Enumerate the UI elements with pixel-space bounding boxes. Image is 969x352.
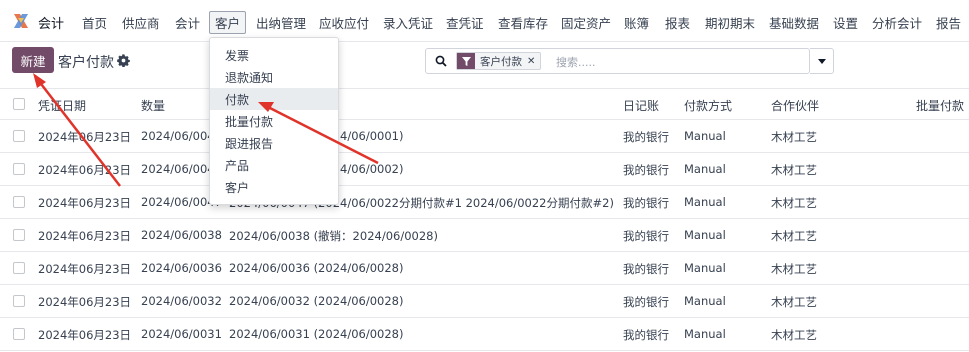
menu-master-data[interactable]: 基础数据: [769, 13, 819, 32]
table-row[interactable]: 2024年06月23日 2024/06/0032 2024/06/0032 (2…: [0, 285, 969, 318]
cell-partner: 木材工艺: [771, 130, 817, 144]
top-nav: 会计 首页 供应商 会计 客户 出纳管理 应收应付 录入凭证 查凭证 查看库存 …: [0, 0, 969, 42]
cell-number: 2024/06/0031: [141, 327, 222, 341]
cell-memo: 2024/06/0032 (2024/06/0028): [229, 294, 404, 308]
col-payment-method[interactable]: 付款方式: [684, 97, 732, 114]
cell-journal: 我的银行: [623, 130, 669, 144]
dropdown-item-payments[interactable]: 付款: [210, 88, 338, 110]
row-checkbox[interactable]: [13, 295, 25, 307]
cell-memo: 2024/06/0038 (撤销：2024/06/0028): [229, 229, 438, 243]
cell-date: 2024年06月23日: [38, 328, 132, 342]
menu-ledgers[interactable]: 账簿: [624, 13, 649, 32]
dropdown-item-products[interactable]: 产品: [210, 154, 338, 176]
menu-analytic-accounting[interactable]: 分析会计: [872, 13, 922, 32]
cell-method: Manual: [684, 228, 726, 242]
col-voucher-date[interactable]: 凭证日期: [38, 97, 86, 114]
cell-date: 2024年06月23日: [38, 229, 132, 243]
dropdown-item-follow-up-reports[interactable]: 跟进报告: [210, 132, 338, 154]
cell-journal: 我的银行: [623, 163, 669, 177]
menu-accounting[interactable]: 会计: [175, 13, 200, 32]
caret-down-icon: [817, 58, 826, 64]
cell-journal: 我的银行: [623, 229, 669, 243]
dropdown-item-customers[interactable]: 客户: [210, 176, 338, 198]
table-row[interactable]: 2024年06月23日 2024/06/0031 2024/06/0031 (2…: [0, 318, 969, 351]
cell-date: 2024年06月23日: [38, 163, 132, 177]
menu-inventory[interactable]: 查看库存: [498, 13, 548, 32]
cell-method: Manual: [684, 294, 726, 308]
row-checkbox[interactable]: [13, 163, 25, 175]
menu-settings[interactable]: 设置: [833, 13, 858, 32]
facet-label: 客户付款: [480, 55, 522, 68]
row-checkbox[interactable]: [13, 130, 25, 142]
table-row[interactable]: 2024年06月23日 2024/06/0038 2024/06/0038 (撤…: [0, 219, 969, 252]
table-row[interactable]: 2024年06月23日 2024/06/0047 2024/06/0047 (2…: [0, 186, 969, 219]
cell-method: Manual: [684, 129, 726, 143]
col-partner[interactable]: 合作伙伴: [771, 97, 819, 114]
row-checkbox[interactable]: [13, 229, 25, 241]
menu-receivable-payable[interactable]: 应收应付: [319, 13, 369, 32]
cell-method: Manual: [684, 195, 726, 209]
cell-number: 2024/06/0032: [141, 294, 222, 308]
customers-dropdown-menu: 发票 退款通知 付款 批量付款 跟进报告 产品 客户: [209, 37, 339, 205]
menu-customers[interactable]: 客户: [209, 11, 247, 34]
cell-journal: 我的银行: [623, 328, 669, 342]
cell-date: 2024年06月23日: [38, 295, 132, 309]
cell-number: 2024/06/0036: [141, 261, 222, 275]
menu-reporting[interactable]: 报告: [936, 13, 961, 32]
cell-memo: 2024/06/0031 (2024/06/0028): [229, 327, 404, 341]
cell-partner: 木材工艺: [771, 229, 817, 243]
row-checkbox[interactable]: [13, 196, 25, 208]
cell-journal: 我的银行: [623, 196, 669, 210]
menu-home[interactable]: 首页: [82, 13, 107, 32]
cell-partner: 木材工艺: [771, 163, 817, 177]
search-icon: [435, 55, 447, 67]
col-number[interactable]: 数量: [141, 97, 165, 114]
table-header: 凭证日期 数量 日记账 付款方式 合作伙伴 批量付款: [0, 88, 969, 120]
dropdown-item-refund-notice[interactable]: 退款通知: [210, 66, 338, 88]
menu-reports[interactable]: 报表: [665, 13, 690, 32]
menu-fixed-assets[interactable]: 固定资产: [561, 13, 611, 32]
table-row[interactable]: 2024年06月23日 2024/06/0048 2024/06/0048 (2…: [0, 153, 969, 186]
search-input[interactable]: 搜索.....: [556, 54, 595, 70]
filter-icon: [457, 53, 475, 69]
app-logo-icon[interactable]: [12, 12, 30, 30]
cell-memo: 2024/06/0036 (2024/06/0028): [229, 261, 404, 275]
cell-journal: 我的银行: [623, 262, 669, 276]
col-journal[interactable]: 日记账: [623, 97, 659, 114]
cell-date: 2024年06月23日: [38, 130, 132, 144]
cell-partner: 木材工艺: [771, 196, 817, 210]
col-batch-payment[interactable]: 批量付款: [916, 97, 964, 114]
row-checkbox[interactable]: [13, 262, 25, 274]
menu-period-open-close[interactable]: 期初期末: [705, 13, 755, 32]
menu-query-voucher[interactable]: 查凭证: [446, 13, 484, 32]
page-title: 客户付款: [58, 55, 114, 71]
menu-enter-voucher[interactable]: 录入凭证: [383, 13, 433, 32]
select-all-checkbox[interactable]: [13, 98, 25, 110]
dropdown-item-batch-payments[interactable]: 批量付款: [210, 110, 338, 132]
cell-method: Manual: [684, 327, 726, 341]
cell-partner: 木材工艺: [771, 295, 817, 309]
search-options-toggle[interactable]: [810, 48, 834, 74]
table-row[interactable]: 2024年06月23日 2024/06/0036 2024/06/0036 (2…: [0, 252, 969, 285]
menu-vendors[interactable]: 供应商: [122, 13, 160, 32]
search-facet: 客户付款 ✕: [456, 52, 542, 70]
gear-icon[interactable]: [117, 54, 130, 67]
row-checkbox[interactable]: [13, 328, 25, 340]
cell-number: 2024/06/0038: [141, 228, 222, 242]
dropdown-item-invoices[interactable]: 发票: [210, 44, 338, 66]
cell-journal: 我的银行: [623, 295, 669, 309]
table-row[interactable]: 2024年06月23日 2024/06/0049 2024/06/0049 (2…: [0, 120, 969, 153]
cell-partner: 木材工艺: [771, 262, 817, 276]
cell-method: Manual: [684, 162, 726, 176]
app-name[interactable]: 会计: [38, 13, 64, 32]
facet-remove-button[interactable]: ✕: [527, 56, 540, 67]
cell-partner: 木材工艺: [771, 328, 817, 342]
search-bar[interactable]: 客户付款 ✕ 搜索.....: [425, 48, 810, 74]
cell-date: 2024年06月23日: [38, 196, 132, 210]
new-button[interactable]: 新建: [12, 47, 54, 73]
cell-method: Manual: [684, 261, 726, 275]
cell-date: 2024年06月23日: [38, 262, 132, 276]
menu-cashier[interactable]: 出纳管理: [256, 13, 306, 32]
